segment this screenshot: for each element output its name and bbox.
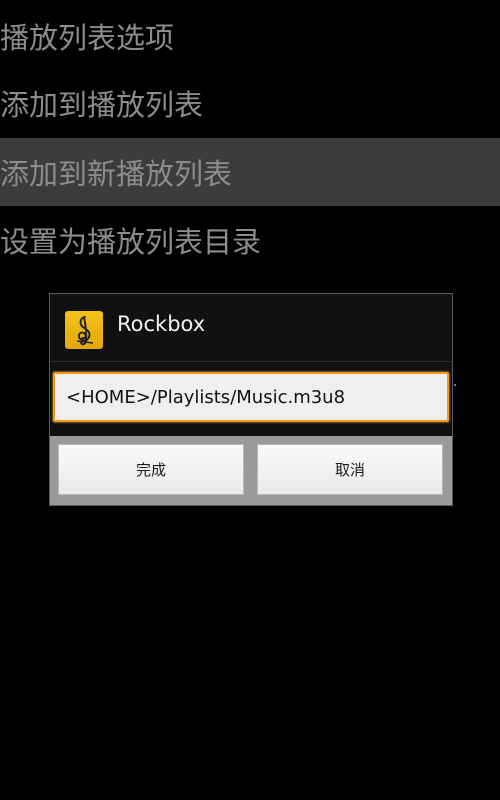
ok-button[interactable]: 完成 — [58, 444, 244, 495]
playlist-path-input[interactable] — [53, 372, 449, 422]
menu-item-label: 添加到播放列表 — [0, 88, 204, 122]
menu-item-add-to-new-playlist[interactable]: 添加到新播放列表 — [0, 138, 500, 206]
menu-item-label: 添加到新播放列表 — [0, 157, 233, 191]
screen: 播放列表选项 添加到播放列表 添加到新播放列表 设置为播放列表目录 Rockbo… — [0, 0, 500, 800]
dialog-body — [50, 362, 456, 436]
dialog-header: Rockbox — [50, 294, 452, 362]
new-playlist-dialog: Rockbox 完成 取消 — [49, 293, 456, 506]
dialog-button-bar: 完成 取消 — [50, 436, 452, 505]
treble-clef-icon — [65, 311, 103, 349]
menu-item-label: 设置为播放列表目录 — [0, 225, 262, 259]
menu-item-label: 播放列表选项 — [0, 21, 175, 55]
menu-item-add-to-playlist[interactable]: 添加到播放列表 — [0, 69, 500, 137]
cancel-button[interactable]: 取消 — [257, 444, 443, 495]
text-cursor-dot — [454, 384, 456, 386]
dialog-title: Rockbox — [117, 312, 206, 336]
menu-item-set-playlist-directory[interactable]: 设置为播放列表目录 — [0, 206, 500, 274]
menu-item-playlist-options[interactable]: 播放列表选项 — [0, 2, 500, 70]
